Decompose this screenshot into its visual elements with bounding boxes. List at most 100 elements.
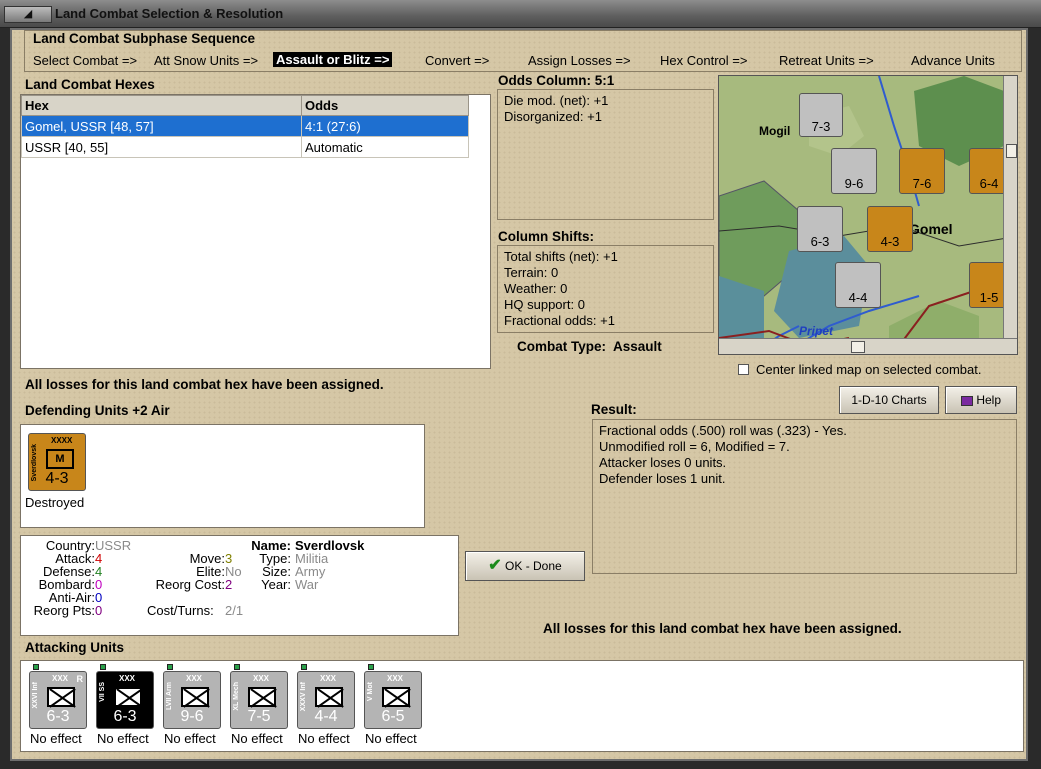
result-line: Unmodified roll = 6, Modified = 7. [599,439,790,454]
final-losses-message: All losses for this land combat hex have… [543,621,902,636]
cost-turns-value: 2/1 [225,603,244,618]
fractional-odds-line: Fractional odds: +1 [504,313,615,328]
attacker-result: No effect [231,731,283,746]
map-city-label: Gomel [909,221,953,237]
weather-line: Weather: 0 [504,281,568,296]
defender-result: Destroyed [25,495,85,510]
map-counter[interactable]: 7-3 [799,93,843,137]
odds-cell[interactable]: 4:1 (27:6) [301,115,469,137]
unit-value: 6-5 [381,708,405,725]
map-counter[interactable]: 4-3 [867,206,913,252]
column-header-odds[interactable]: Odds [301,95,469,116]
map-counter[interactable]: 7-6 [899,148,945,194]
map-city-prefix: Mogil [759,124,791,138]
unit-size-label: XXX [186,674,203,683]
infantry-symbol-icon [114,687,142,707]
close-icon[interactable]: ◢ [4,6,52,23]
reorg-cost-label: Reorg Cost: [155,577,225,592]
attacker-counter[interactable]: XXX XL Mech 7-5 [230,671,288,729]
militia-symbol-icon: M [46,449,74,469]
infantry-symbol-icon [248,687,276,707]
hq-support-line: HQ support: 0 [504,297,585,312]
infantry-symbol-icon [382,687,410,707]
infantry-symbol-icon [47,687,75,707]
unit-value: 6-3 [113,708,137,725]
table-row[interactable]: Gomel, USSR [48, 57] 4:1 (27:6) [21,115,469,137]
die-mod-line: Die mod. (net): +1 [504,93,609,108]
unit-size-label: XXX [387,674,404,683]
vertical-scroll-thumb[interactable] [1006,144,1017,158]
center-map-checkbox[interactable] [738,364,749,375]
help-book-icon [960,395,973,406]
help-button[interactable]: Help [945,386,1017,414]
status-marker-icon [368,664,374,670]
status-marker-icon [167,664,173,670]
step-select-combat: Select Combat => [33,53,138,68]
window-title: Land Combat Selection & Resolution [55,6,284,21]
cost-turns-label: Cost/Turns: [147,603,214,618]
unit-name-label: XL Mech [233,682,240,711]
odds-heading: Odds Column: 5:1 [498,73,615,88]
step-att-snow-units: Att Snow Units => [154,53,259,68]
map-counter[interactable]: 6-3 [797,206,843,252]
hexes-list: Hex Odds Gomel, USSR [48, 57] 4:1 (27:6)… [20,94,491,369]
attacker-counter[interactable]: XXX LVII Arm 9-6 [163,671,221,729]
status-marker-icon [33,664,39,670]
horizontal-scroll-thumb[interactable] [851,341,865,353]
losses-assigned-message: All losses for this land combat hex have… [25,377,384,392]
map-counter[interactable]: 4-4 [835,262,881,308]
infantry-symbol-icon [181,687,209,707]
map-horizontal-scrollbar[interactable] [719,338,1017,354]
step-assign-losses: Assign Losses => [528,53,631,68]
title-bar: ◢ Land Combat Selection & Resolution [0,0,1041,28]
result-line: Defender loses 1 unit. [599,471,726,486]
terrain-line: Terrain: 0 [504,265,559,280]
attacker-result: No effect [164,731,216,746]
unit-name-label: XXXV Inf [300,682,307,712]
unit-name-label: V Mot [367,682,374,702]
odds-panel: Die mod. (net): +1 Disorganized: +1 [497,89,714,220]
odds-cell[interactable]: Automatic [301,136,469,158]
attacker-counter[interactable]: XXX VII SS 6-3 [96,671,154,729]
hex-cell[interactable]: Gomel, USSR [48, 57] [21,115,302,137]
unit-size-label: XXX [52,674,69,683]
result-line: Attacker loses 0 units. [599,455,727,470]
attacker-counter[interactable]: XXX V Mot 6-5 [364,671,422,729]
unit-name-label: VII SS [99,682,106,702]
map-vertical-scrollbar[interactable] [1003,76,1017,338]
total-shifts-line: Total shifts (net): +1 [504,249,618,264]
status-marker-icon [100,664,106,670]
attacker-result: No effect [97,731,149,746]
reorg-pts-value: 0 [95,603,103,618]
status-marker-icon [301,664,307,670]
ok-done-button[interactable]: ✔ OK - Done [465,551,585,581]
unit-size-label: XXXX [51,436,73,445]
hexes-header-row: Hex Odds [21,95,469,116]
attacker-result: No effect [365,731,417,746]
table-row[interactable]: USSR [40, 55] Automatic [21,136,469,158]
attacker-counter[interactable]: XXX XXVI Inf R 6-3 [29,671,87,729]
unit-size-label: XXX [320,674,337,683]
result-panel: Fractional odds (.500) roll was (.323) -… [592,419,1017,574]
status-marker-icon [234,664,240,670]
unit-value: 9-6 [180,708,204,725]
unit-details-panel: Country: USSR Attack: 4 Defense: 4 Bomba… [20,535,459,636]
shifts-heading: Column Shifts: [498,229,594,244]
reorg-pts-label: Reorg Pts: [33,603,95,618]
unit-name-label: XXVI Inf [32,682,39,709]
help-label: Help [976,393,1002,407]
linked-map[interactable]: Mogil Gomel Pripet 7-3 9-6 7-6 6-4 6-3 4… [718,75,1018,355]
step-convert: Convert => [425,53,490,68]
unit-value: 7-5 [247,708,271,725]
hex-cell[interactable]: USSR [40, 55] [21,136,302,158]
combat-type: Combat Type: Assault [517,339,662,354]
map-river-label: Pripet [799,324,834,338]
result-heading: Result: [591,402,637,417]
defender-counter[interactable]: XXXX Sverdlovsk M 4-3 [28,433,86,491]
map-counter[interactable]: 9-6 [831,148,877,194]
attacker-counter[interactable]: XXX XXXV Inf 4-4 [297,671,355,729]
column-header-hex[interactable]: Hex [21,95,302,116]
unit-size-label: XXX [119,674,136,683]
combat-type-label: Combat Type: [517,339,607,354]
charts-button[interactable]: 1-D-10 Charts [839,386,939,414]
